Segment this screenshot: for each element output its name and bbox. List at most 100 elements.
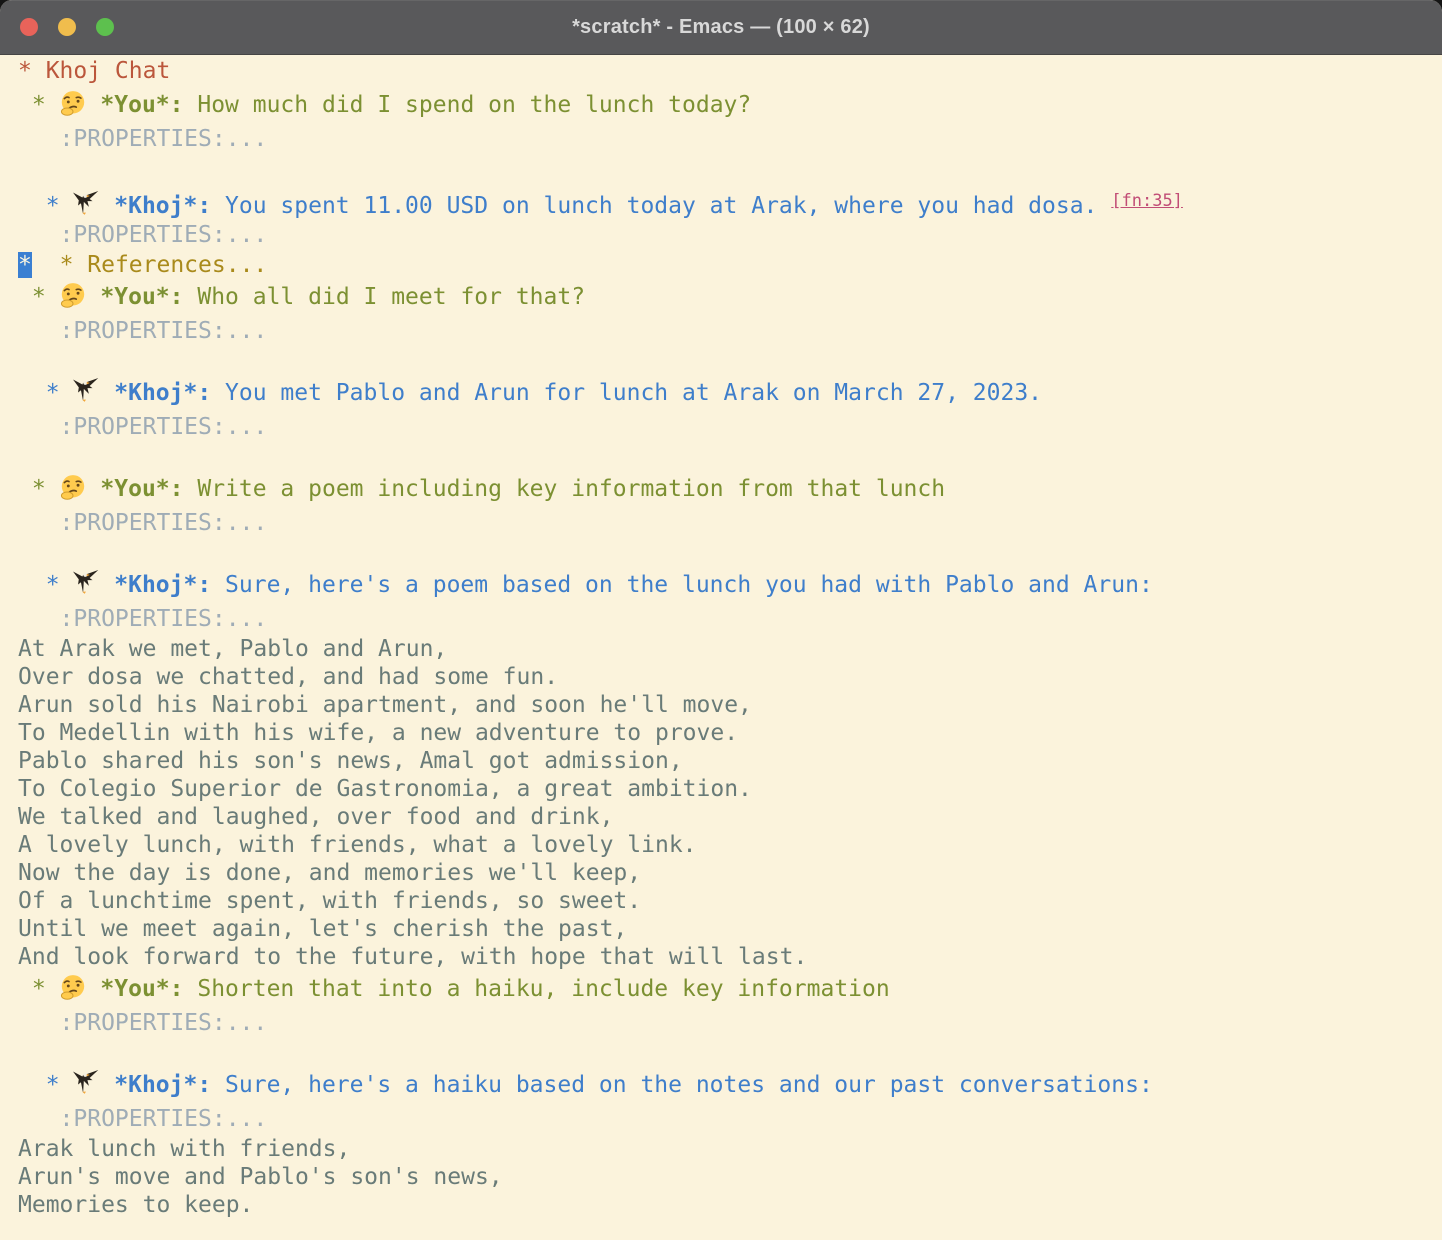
- message-text: Who all did I meet for that?: [184, 284, 586, 310]
- message-text: Sure, here's a poem based on the lunch y…: [211, 572, 1153, 598]
- message-text: How much did I spend on the lunch today?: [184, 92, 752, 118]
- buffer[interactable]: * Khoj Chat * *You*: How much did I spen…: [0, 55, 1442, 1240]
- poem-line: Arun sold his Nairobi apartment, and soo…: [18, 691, 1442, 719]
- properties-drawer-line: :PROPERTIES:...: [18, 219, 1442, 251]
- properties-drawer-line: :PROPERTIES:...: [18, 315, 1442, 347]
- poem-text: To Medellin with his wife, a new adventu…: [18, 720, 738, 746]
- haiku-text: Arun's move and Pablo's son's news,: [18, 1164, 503, 1190]
- poem-line: To Medellin with his wife, a new adventu…: [18, 719, 1442, 747]
- org-stars: *: [18, 193, 73, 219]
- properties-folded: :PROPERTIES:...: [18, 414, 267, 440]
- poem-text: At Arak we met, Pablo and Arun,: [18, 636, 447, 662]
- org-stars: *: [18, 284, 60, 310]
- poem-text: Until we meet again, let's cherish the p…: [18, 916, 627, 942]
- poem-line: Over dosa we chatted, and had some fun.: [18, 663, 1442, 691]
- message-text: Sure, here's a haiku based on the notes …: [211, 1072, 1153, 1098]
- poem-text: Over dosa we chatted, and had some fun.: [18, 664, 558, 690]
- message-text: Shorten that into a haiku, include key i…: [184, 976, 890, 1002]
- spacer: [87, 92, 101, 118]
- titlebar: *scratch* - Emacs — (100 × 62): [0, 0, 1442, 55]
- chat-title: * Khoj Chat: [18, 58, 170, 84]
- spacer: [87, 976, 101, 1002]
- spacer: [100, 572, 114, 598]
- message-text: Write a poem including key information f…: [184, 476, 946, 502]
- properties-folded: :PROPERTIES:...: [18, 1106, 267, 1132]
- spacer: [32, 252, 60, 278]
- org-stars: *: [18, 1072, 73, 1098]
- khoj-message-heading: * *Khoj*: Sure, here's a haiku based on …: [18, 1067, 1442, 1103]
- poem-line: A lovely lunch, with friends, what a lov…: [18, 831, 1442, 859]
- spacer: [100, 193, 114, 219]
- properties-drawer-line: :PROPERTIES:...: [18, 603, 1442, 635]
- org-stars: *: [18, 976, 60, 1002]
- org-stars: *: [18, 92, 60, 118]
- blank-line: [18, 155, 1442, 183]
- poem-line: Until we meet again, let's cherish the p…: [18, 915, 1442, 943]
- properties-folded: :PROPERTIES:...: [18, 318, 267, 344]
- org-stars: *: [18, 380, 73, 406]
- user-label: *You*:: [100, 92, 183, 118]
- eagle-icon: [73, 1067, 100, 1103]
- references-line: * * References...: [18, 251, 1442, 279]
- user-label: *You*:: [100, 976, 183, 1002]
- chat-title-line: * Khoj Chat: [18, 55, 1442, 87]
- text-cursor: *: [18, 252, 32, 278]
- blank-line: [18, 539, 1442, 567]
- haiku-line: Arun's move and Pablo's son's news,: [18, 1163, 1442, 1191]
- references-folded[interactable]: * References...: [60, 252, 268, 278]
- haiku-text: Arak lunch with friends,: [18, 1136, 350, 1162]
- blank-line: [18, 1039, 1442, 1067]
- properties-folded: :PROPERTIES:...: [18, 126, 267, 152]
- khoj-message-heading: * *Khoj*: You met Pablo and Arun for lun…: [18, 375, 1442, 411]
- eagle-icon: [73, 567, 100, 603]
- khoj-label: *Khoj*:: [114, 193, 211, 219]
- poem-text: A lovely lunch, with friends, what a lov…: [18, 832, 697, 858]
- poem-line: And look forward to the future, with hop…: [18, 943, 1442, 971]
- properties-folded: :PROPERTIES:...: [18, 510, 267, 536]
- spacer: [100, 1072, 114, 1098]
- khoj-label: *Khoj*:: [114, 380, 211, 406]
- properties-folded: :PROPERTIES:...: [18, 1010, 267, 1036]
- eagle-icon: [73, 375, 100, 411]
- org-stars: *: [18, 476, 60, 502]
- khoj-label: *Khoj*:: [114, 1072, 211, 1098]
- poem-text: To Colegio Superior de Gastronomia, a gr…: [18, 776, 752, 802]
- user-label: *You*:: [100, 284, 183, 310]
- haiku-text: Memories to keep.: [18, 1192, 253, 1218]
- emacs-window: *scratch* - Emacs — (100 × 62) * Khoj Ch…: [0, 0, 1442, 1240]
- poem-text: And look forward to the future, with hop…: [18, 944, 807, 970]
- poem-line: At Arak we met, Pablo and Arun,: [18, 635, 1442, 663]
- properties-folded: :PROPERTIES:...: [18, 606, 267, 632]
- poem-line: We talked and laughed, over food and dri…: [18, 803, 1442, 831]
- khoj-message-heading: * *Khoj*: You spent 11.00 USD on lunch t…: [18, 183, 1442, 219]
- message-text: You spent 11.00 USD on lunch today at Ar…: [211, 193, 1111, 219]
- user-message-heading: * *You*: How much did I spend on the lun…: [18, 87, 1442, 123]
- properties-drawer-line: :PROPERTIES:...: [18, 411, 1442, 443]
- org-stars: *: [18, 572, 73, 598]
- poem-text: We talked and laughed, over food and dri…: [18, 804, 613, 830]
- khoj-message-heading: * *Khoj*: Sure, here's a poem based on t…: [18, 567, 1442, 603]
- khoj-label: *Khoj*:: [114, 572, 211, 598]
- user-label: *You*:: [100, 476, 183, 502]
- spacer: [100, 380, 114, 406]
- spacer: [87, 284, 101, 310]
- properties-folded: :PROPERTIES:...: [18, 222, 267, 248]
- poem-text: Of a lunchtime spent, with friends, so s…: [18, 888, 641, 914]
- poem-line: Of a lunchtime spent, with friends, so s…: [18, 887, 1442, 915]
- user-message-heading: * *You*: Write a poem including key info…: [18, 471, 1442, 507]
- footnote-link[interactable]: [fn:35]: [1111, 191, 1183, 211]
- haiku-line: Arak lunch with friends,: [18, 1135, 1442, 1163]
- properties-drawer-line: :PROPERTIES:...: [18, 123, 1442, 155]
- user-message-heading: * *You*: Shorten that into a haiku, incl…: [18, 971, 1442, 1007]
- thinking-face-icon: [60, 279, 87, 315]
- poem-line: Pablo shared his son's news, Amal got ad…: [18, 747, 1442, 775]
- poem-text: Pablo shared his son's news, Amal got ad…: [18, 748, 683, 774]
- blank-line: [18, 347, 1442, 375]
- thinking-face-icon: [60, 471, 87, 507]
- thinking-face-icon: [60, 87, 87, 123]
- poem-text: Now the day is done, and memories we'll …: [18, 860, 641, 886]
- poem-line: Now the day is done, and memories we'll …: [18, 859, 1442, 887]
- thinking-face-icon: [60, 971, 87, 1007]
- window-title: *scratch* - Emacs — (100 × 62): [0, 0, 1442, 54]
- properties-drawer-line: :PROPERTIES:...: [18, 507, 1442, 539]
